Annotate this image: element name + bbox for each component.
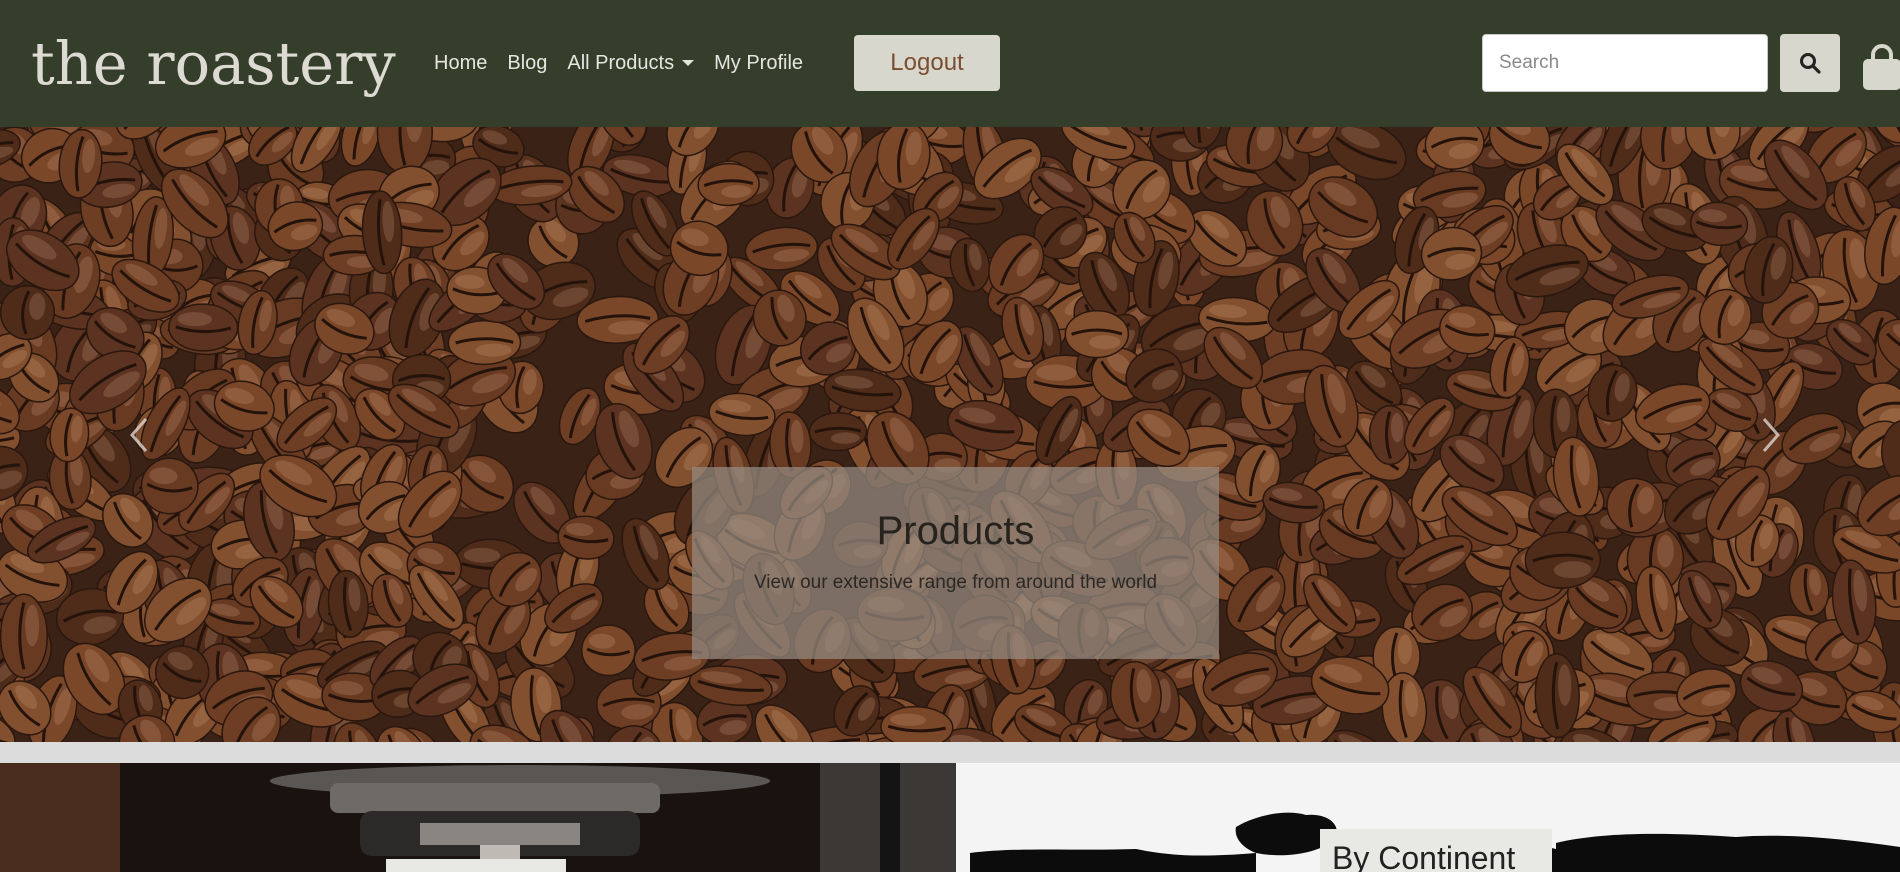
caption-title: Products [876,509,1035,553]
navbar: the roastery Home Blog All Products My P… [0,0,1900,127]
continent-card-title: By Continent [1332,840,1516,872]
chevron-left-icon[interactable] [124,415,154,455]
caret-down-icon [682,60,695,67]
hero-carousel: Products View our extensive range from a… [0,127,1900,742]
brand-logo[interactable]: the roastery [31,26,396,102]
search-input[interactable] [1482,34,1768,92]
nav-link-all-products-label: All Products [567,51,675,74]
logout-button[interactable]: Logout [854,35,1000,91]
shopping-bag-icon[interactable] [1861,44,1900,90]
carousel-caption: Products View our extensive range from a… [692,467,1219,659]
search-icon [1800,53,1821,74]
nav-link-all-products[interactable]: All Products [567,51,695,75]
continent-card[interactable]: By Continent [956,763,1900,872]
nav-link-blog[interactable]: Blog [507,52,547,75]
nav-link-my-profile[interactable]: My Profile [714,52,803,75]
search-button[interactable] [1780,34,1840,92]
chevron-right-icon[interactable] [1756,415,1786,455]
card-label-box [386,859,566,872]
espresso-card[interactable] [0,763,956,872]
nav-link-home[interactable]: Home [434,52,487,75]
espresso-machine-image [0,763,956,872]
nav-links: Home Blog All Products My Profile [434,48,823,78]
caption-text: View our extensive range from around the… [753,572,1158,593]
